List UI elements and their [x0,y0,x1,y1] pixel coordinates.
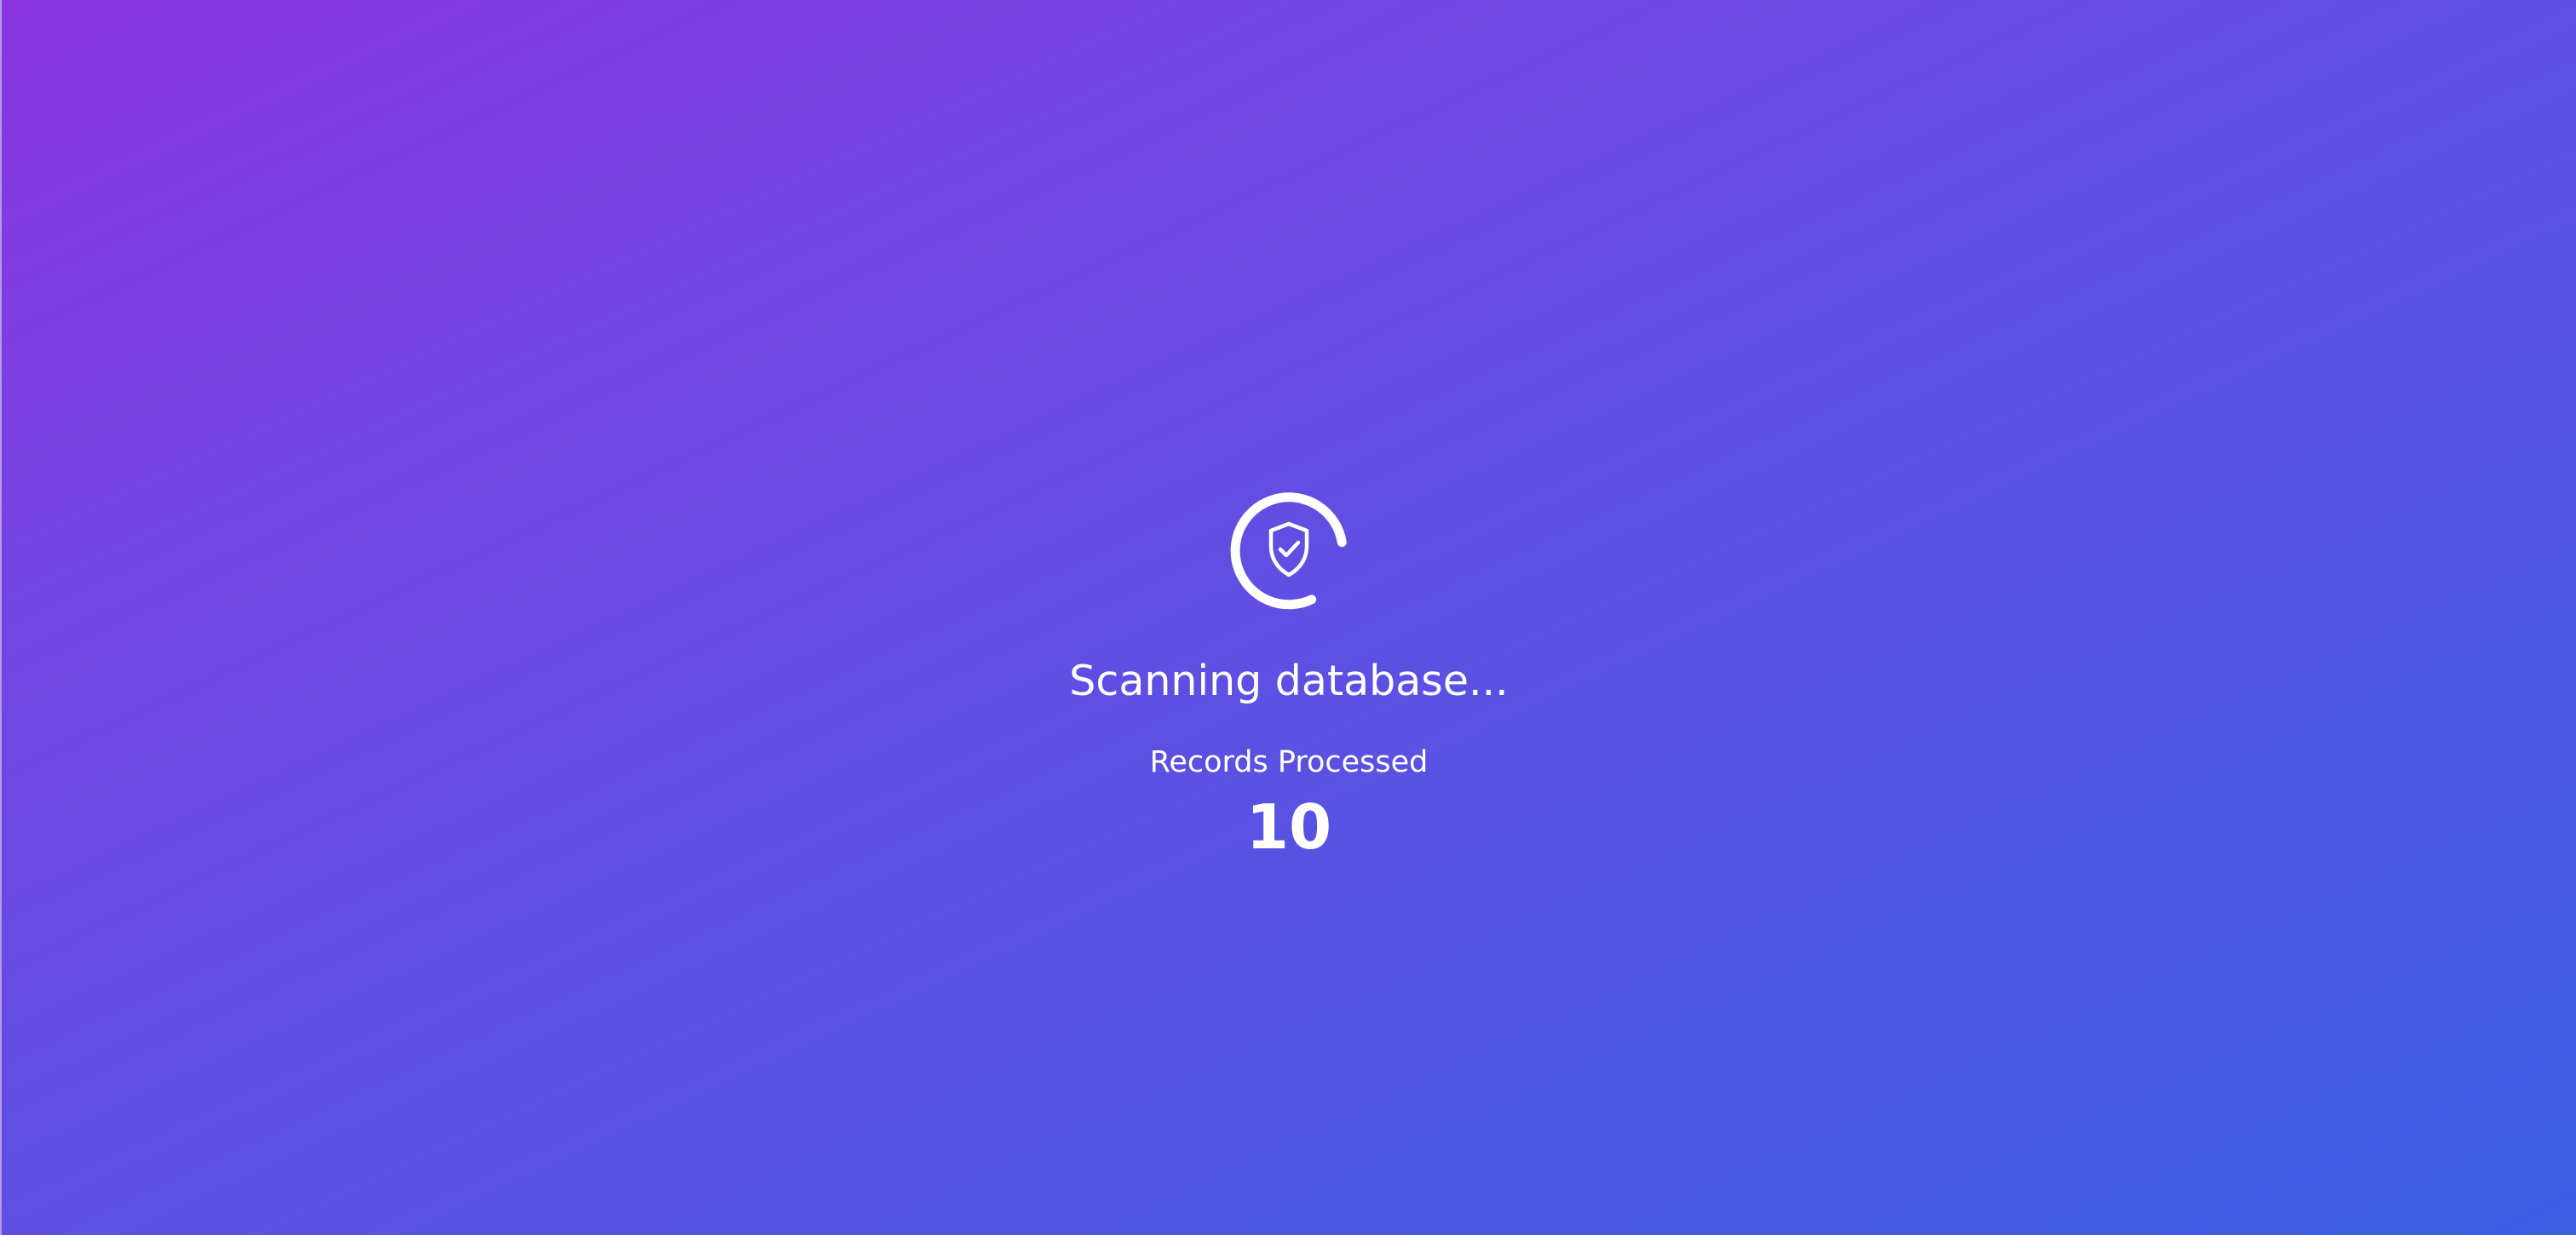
records-processed-label: Records Processed [1149,745,1429,779]
scan-progress-panel: Scanning database... Records Processed 1… [2,490,2576,863]
shield-check-icon [1268,521,1309,577]
loading-screen: Scanning database... Records Processed 1… [0,0,2576,1235]
records-processed-count: 10 [1245,791,1332,863]
spinner-ring [1230,492,1347,610]
loading-spinner [1228,490,1350,612]
scan-status-text: Scanning database... [1069,657,1509,705]
